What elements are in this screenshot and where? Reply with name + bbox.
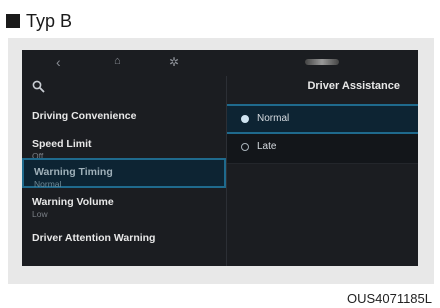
infotainment-screen: ‹ ⌂ ✲ Driving Convenience Speed Limit Of… <box>22 50 418 266</box>
menu-item-title: Driving Convenience <box>32 110 137 122</box>
menu-item-warning-volume[interactable]: Warning Volume Low <box>22 190 226 220</box>
back-icon[interactable]: ‹ <box>56 54 61 70</box>
option-normal[interactable]: Normal <box>227 104 418 134</box>
radio-selected-icon <box>241 115 249 123</box>
menu-item-title: Speed Limit <box>32 138 92 150</box>
menu-item-title: Driver Attention Warning <box>32 232 156 244</box>
settings-menu: Driving Convenience Speed Limit Off Warn… <box>22 76 226 266</box>
section-header: Typ B <box>6 10 72 32</box>
menu-item-value: Low <box>32 209 48 219</box>
menu-item-title: Warning Volume <box>32 196 114 208</box>
search-icon[interactable] <box>32 80 45 96</box>
menu-item-warning-timing[interactable]: Warning Timing Normal <box>22 158 226 189</box>
menu-item-driving-convenience[interactable]: Driving Convenience <box>22 104 226 134</box>
home-icon[interactable]: ⌂ <box>114 55 121 67</box>
menu-item-title: Warning Timing <box>34 166 113 178</box>
section-label: Typ B <box>26 10 73 31</box>
menu-item-driver-attention-warning[interactable]: Driver Attention Warning <box>22 226 226 256</box>
option-label: Late <box>257 141 277 152</box>
option-late[interactable]: Late <box>227 134 418 164</box>
options-panel: Driver Assistance Normal Late <box>227 76 418 266</box>
radio-unselected-icon <box>241 143 249 151</box>
settings-icon[interactable]: ✲ <box>169 55 179 69</box>
options-panel-title: Driver Assistance <box>307 80 400 92</box>
menu-item-value: Normal <box>34 179 62 189</box>
option-label: Normal <box>257 113 290 124</box>
square-bullet-icon <box>6 14 20 28</box>
status-indicator <box>305 59 339 65</box>
screen-topbar: ‹ ⌂ ✲ <box>22 50 418 76</box>
figure-caption: OUS4071185L <box>346 291 432 306</box>
